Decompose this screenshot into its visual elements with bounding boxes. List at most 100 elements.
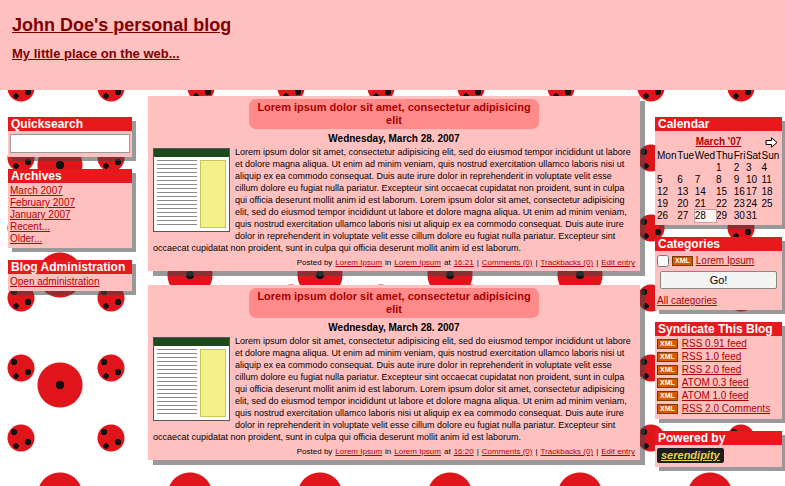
page-columns: QuicksearchArchivesMarch 2007February 20…: [0, 90, 785, 479]
calendar-table: MonTueWedThuFriSatSun1234567891011121314…: [657, 150, 780, 222]
blog-subtitle[interactable]: My little place on the web...: [12, 46, 773, 62]
xml-badge[interactable]: XML: [657, 391, 678, 401]
calendar-day[interactable]: 22: [716, 198, 734, 210]
go-button[interactable]: Go!: [660, 271, 777, 289]
archive-link[interactable]: Recent...: [10, 221, 130, 233]
trackbacks-link[interactable]: Trackbacks (0): [541, 446, 594, 457]
calendar-day[interactable]: 25: [761, 198, 780, 210]
feed-link[interactable]: RSS 2.0 feed: [682, 364, 741, 376]
weekday-row: MonTueWedThuFriSatSun: [657, 150, 780, 162]
calendar-day[interactable]: 3: [746, 162, 762, 174]
in-label: in: [385, 257, 391, 268]
calendar-day[interactable]: 31: [746, 210, 762, 222]
calendar-day[interactable]: 18: [761, 186, 780, 198]
calendar-day[interactable]: 29: [716, 210, 734, 222]
calendar-day[interactable]: 30: [734, 210, 746, 222]
comments-link[interactable]: Comments (0): [482, 446, 533, 457]
powered-box-title: Powered by: [655, 431, 782, 445]
blog-title[interactable]: John Doe's personal blog: [12, 14, 773, 36]
calendar-day[interactable]: 28: [695, 210, 716, 222]
comments-link[interactable]: Comments (0): [482, 257, 533, 268]
calendar-day[interactable]: 14: [695, 186, 716, 198]
separator: |: [535, 257, 537, 268]
separator: |: [477, 257, 479, 268]
feed-link[interactable]: ATOM 0.3 feed: [682, 377, 749, 389]
calendar-month[interactable]: March '07: [696, 134, 742, 149]
calendar-day[interactable]: 26: [657, 210, 677, 222]
category-link[interactable]: Lorem Ipsum: [696, 255, 754, 267]
archive-link[interactable]: February 2007: [10, 197, 130, 209]
calendar-day[interactable]: 6: [677, 174, 695, 186]
calendar-day[interactable]: 11: [761, 174, 780, 186]
calendar-day[interactable]: 4: [761, 162, 780, 174]
calendar-day[interactable]: 10: [746, 174, 762, 186]
archive-link[interactable]: January 2007: [10, 209, 130, 221]
feed-link[interactable]: RSS 0.91 feed: [682, 338, 747, 350]
quicksearch-box-body: [8, 131, 132, 157]
calendar-day[interactable]: 19: [657, 198, 677, 210]
thumbnail-bar: [154, 149, 229, 157]
category-link[interactable]: Lorem Ipsum: [394, 257, 441, 268]
calendar-week: 12131415161718: [657, 186, 780, 198]
in-label: in: [385, 446, 391, 457]
xml-badge[interactable]: XML: [657, 352, 678, 362]
time-link[interactable]: 16:21: [454, 257, 474, 268]
trackbacks-link[interactable]: Trackbacks (0): [541, 257, 594, 268]
weekday: Wed: [695, 150, 716, 162]
time-link[interactable]: 16:20: [454, 446, 474, 457]
author-link[interactable]: Lorem Ipsum: [335, 446, 382, 457]
calendar-day[interactable]: 9: [734, 174, 746, 186]
entry-title[interactable]: Lorem ipsum dolor sit amet, consectetur …: [249, 99, 539, 129]
thumbnail-content: [154, 157, 229, 231]
calendar-day[interactable]: 13: [677, 186, 695, 198]
feed-row: XML ATOM 0.3 feed: [657, 377, 780, 389]
calendar-day[interactable]: 20: [677, 198, 695, 210]
quicksearch-box: Quicksearch: [8, 117, 132, 157]
xml-badge[interactable]: XML: [672, 256, 693, 266]
search-input[interactable]: [10, 134, 130, 153]
calendar-day[interactable]: 24: [746, 198, 762, 210]
calendar-day[interactable]: 12: [657, 186, 677, 198]
calendar-day[interactable]: 8: [716, 174, 734, 186]
edit-link[interactable]: Edit entry: [601, 257, 635, 268]
feed-link[interactable]: RSS 2.0 Comments: [682, 403, 770, 415]
xml-badge[interactable]: XML: [657, 404, 678, 414]
calendar-day[interactable]: 27: [677, 210, 695, 222]
archive-link[interactable]: March 2007: [10, 185, 130, 197]
calendar-day[interactable]: 7: [695, 174, 716, 186]
all-categories-link[interactable]: All categories: [657, 295, 780, 307]
author-link[interactable]: Lorem Ipsum: [335, 257, 382, 268]
weekday: Sun: [761, 150, 780, 162]
edit-link[interactable]: Edit entry: [601, 446, 635, 457]
thumbnail-lines: [157, 349, 197, 417]
feed-link[interactable]: RSS 1.0 feed: [682, 351, 741, 363]
admin-link[interactable]: Open administration: [10, 276, 130, 288]
calendar-box-body: March '07MonTueWedThuFriSatSun1234567891…: [655, 131, 782, 225]
entry-footer: Posted byLorem IpsuminLorem Ipsumat16:20…: [153, 446, 635, 457]
calendar-day[interactable]: 1: [716, 162, 734, 174]
admin-box-body: Open administration: [8, 274, 132, 291]
calendar-day[interactable]: 16: [734, 186, 746, 198]
serendipity-logo[interactable]: serendipity: [657, 448, 724, 463]
calendar-day[interactable]: 5: [657, 174, 677, 186]
powered-box: Powered by serendipity: [655, 431, 782, 467]
calendar-week: 567891011: [657, 174, 780, 186]
calendar-day[interactable]: 15: [716, 186, 734, 198]
calendar-day[interactable]: 23: [734, 198, 746, 210]
calendar-box: CalendarMarch '07MonTueWedThuFriSatSun12…: [655, 117, 782, 225]
entry-title[interactable]: Lorem ipsum dolor sit amet, consectetur …: [249, 288, 539, 318]
feed-link[interactable]: ATOM 1.0 feed: [682, 390, 749, 402]
weekday: Mon: [657, 150, 677, 162]
next-month-arrow-icon[interactable]: [765, 134, 778, 145]
calendar-day[interactable]: 2: [734, 162, 746, 174]
calendar-day[interactable]: 17: [746, 186, 762, 198]
xml-badge[interactable]: XML: [657, 339, 678, 349]
category-checkbox[interactable]: [657, 255, 669, 267]
weekday: Sat: [746, 150, 762, 162]
xml-badge[interactable]: XML: [657, 365, 678, 375]
category-link[interactable]: Lorem Ipsum: [394, 446, 441, 457]
entries-column: Lorem ipsum dolor sit amet, consectetur …: [148, 96, 640, 474]
xml-badge[interactable]: XML: [657, 378, 678, 388]
archive-link[interactable]: Older...: [10, 233, 130, 245]
calendar-day[interactable]: 21: [695, 198, 716, 210]
